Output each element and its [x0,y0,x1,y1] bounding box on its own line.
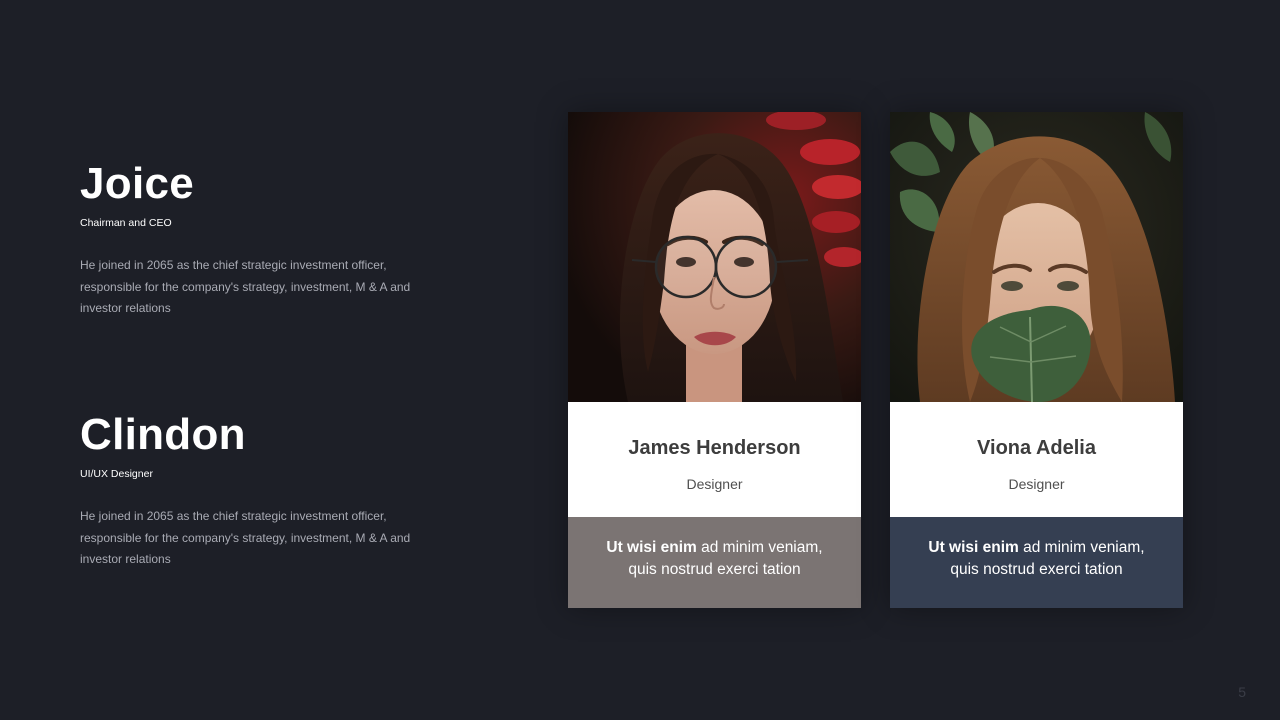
portrait-image [890,112,1183,402]
executive-bio: He joined in 2065 as the chief strategic… [80,258,411,315]
member-role: Designer [686,476,743,492]
page-number: 5 [1238,684,1246,700]
executive-name: Clindon [80,410,246,459]
executive-name: Joice [80,159,195,208]
member-name: Viona Adelia [977,437,1096,459]
portrait-image [568,112,861,402]
quote-bold-text: Ut wisi enim [606,539,697,556]
member-info: James Henderson Designer [568,402,861,517]
team-member-photo [890,112,1183,402]
executive-block: Clindon UI/UX Designer He joined in 2065… [80,409,440,571]
team-member-photo [568,112,861,402]
executive-role: UI/UX Designer [80,468,153,480]
member-role: Designer [1008,476,1065,492]
executive-role: Chairman and CEO [80,217,172,229]
quote-text-line2: quis nostrud exerci tation [628,561,801,578]
quote-bold-text: Ut wisi enim [928,539,1019,556]
member-quote: Ut wisi enim ad minim veniam, quis nostr… [568,517,861,608]
member-name: James Henderson [628,437,801,459]
quote-text-line2: quis nostrud exerci tation [950,561,1123,578]
team-card: James Henderson Designer Ut wisi enim ad… [568,112,861,608]
member-quote: Ut wisi enim ad minim veniam, quis nostr… [890,517,1183,608]
executive-bio: He joined in 2065 as the chief strategic… [80,509,411,566]
executive-block: Joice Chairman and CEO He joined in 2065… [80,158,440,320]
team-card: Viona Adelia Designer Ut wisi enim ad mi… [890,112,1183,608]
quote-text: ad minim veniam, [1018,539,1145,556]
quote-text: ad minim veniam, [696,539,823,556]
member-info: Viona Adelia Designer [890,402,1183,517]
